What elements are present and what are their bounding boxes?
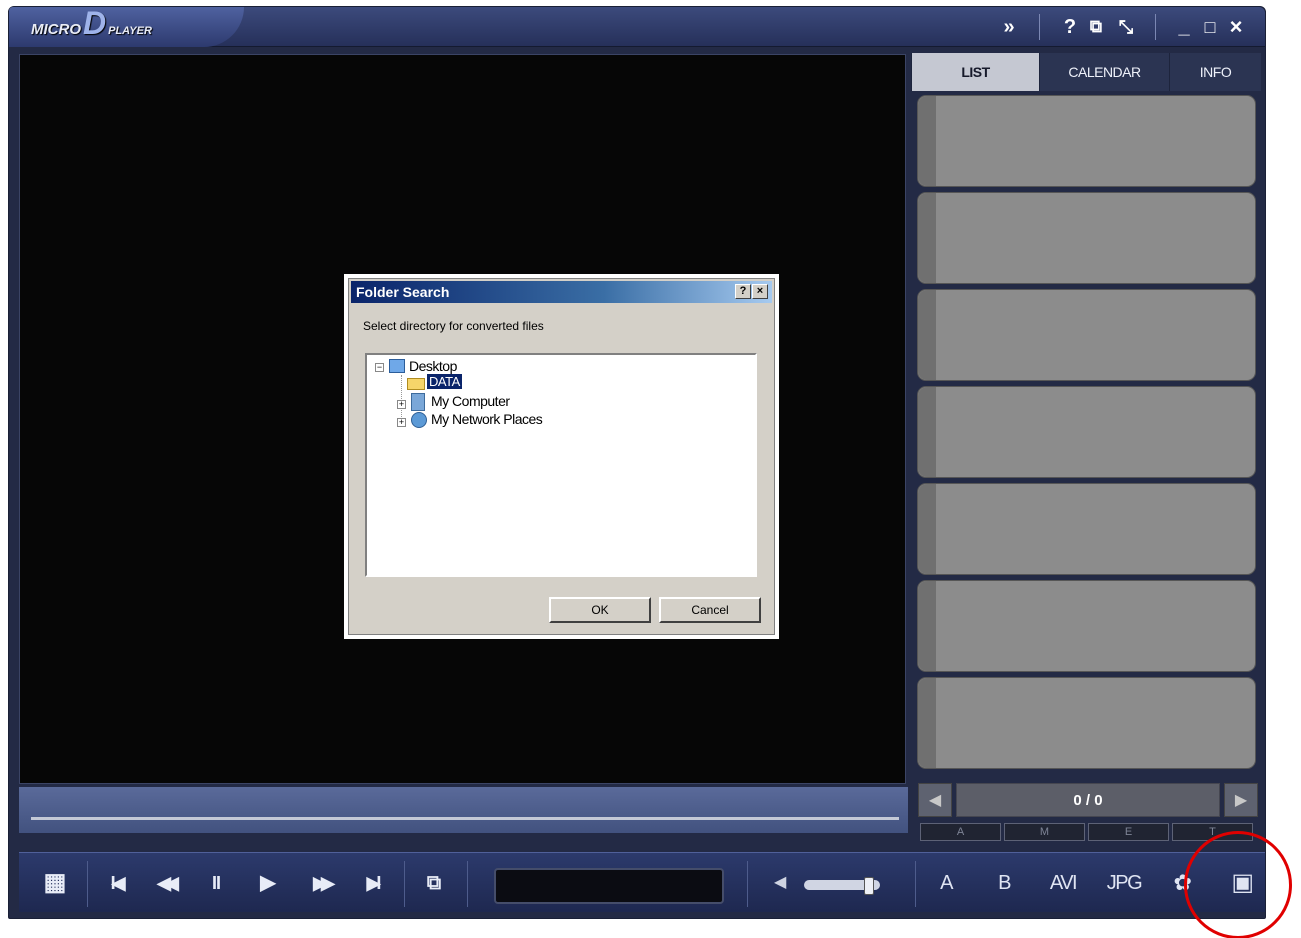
seek-area [19, 787, 908, 833]
logo-part-player: PLAYER [108, 25, 152, 37]
cancel-button[interactable]: Cancel [659, 597, 761, 623]
volume-control[interactable]: ◀ [774, 874, 882, 895]
expand-icon[interactable]: + [397, 400, 406, 409]
tab-calendar[interactable]: CALENDAR [1039, 53, 1169, 91]
expand-icon[interactable]: + [397, 418, 406, 427]
settings-icon[interactable]: ⧉ [1083, 13, 1109, 41]
my-computer-icon [411, 393, 425, 411]
ok-button[interactable]: OK [549, 597, 651, 623]
network-places-icon [411, 412, 427, 428]
app-logo: MICROD PLAYER [31, 7, 152, 39]
list-item[interactable] [917, 192, 1256, 284]
tree-node-network-places[interactable]: My Network Places [431, 411, 543, 427]
help-button[interactable]: ? [1059, 13, 1081, 41]
logo-tab: MICROD PLAYER [9, 7, 244, 47]
tree-node-data[interactable]: DATA [427, 374, 462, 389]
recording-list [915, 95, 1258, 779]
next-page-icon[interactable]: ▶ [1224, 783, 1258, 817]
dialog-title-bar: Folder Search ? × [351, 281, 772, 303]
pause-icon[interactable]: II [199, 867, 233, 899]
speaker-icon: ◀ [774, 874, 787, 891]
rewind-icon[interactable]: ◀◀ [145, 867, 185, 899]
logo-part-micro: MICRO [31, 21, 81, 38]
play-icon[interactable]: ▶ [251, 867, 285, 899]
tree-node-my-computer[interactable]: My Computer [431, 393, 510, 409]
folder-search-dialog: Folder Search ? × Select directory for c… [344, 274, 779, 639]
folder-icon [407, 378, 425, 390]
fast-forward-icon[interactable]: ▶▶ [301, 867, 341, 899]
titlebar-divider [1039, 14, 1040, 40]
list-item[interactable] [917, 677, 1256, 769]
control-divider [404, 861, 405, 907]
window-mode-icon[interactable]: ⧉ [417, 867, 451, 899]
control-divider [915, 861, 916, 907]
dialog-help-button[interactable]: ? [735, 284, 751, 299]
control-divider [87, 861, 88, 907]
minimize-button[interactable]: _ [1173, 13, 1195, 41]
titlebar-divider [1155, 14, 1156, 40]
jpg-export-button[interactable]: JPG [1101, 867, 1147, 899]
tree-connector [401, 375, 402, 421]
list-item[interactable] [917, 483, 1256, 575]
filter-a[interactable]: A [920, 823, 1001, 841]
dialog-prompt: Select directory for converted files [363, 319, 544, 333]
control-divider [467, 861, 468, 907]
tree-node-desktop[interactable]: Desktop [409, 358, 457, 374]
filter-m[interactable]: M [1004, 823, 1085, 841]
filter-e[interactable]: E [1088, 823, 1169, 841]
logo-part-d: D [83, 5, 107, 41]
desktop-icon [389, 359, 405, 373]
title-bar: MICROD PLAYER » ? ⧉ ⤡ _ □ × [9, 7, 1265, 47]
dialog-title: Folder Search [356, 284, 450, 300]
dialog-close-button[interactable]: × [752, 284, 768, 299]
avi-export-button[interactable]: AVI [1041, 867, 1085, 899]
last-frame-icon[interactable]: ▶I [355, 867, 389, 899]
tool-icon[interactable]: ⤡ [1113, 13, 1139, 41]
mark-a-button[interactable]: A [931, 867, 961, 899]
right-panel-tabs: LIST CALENDAR INFO [911, 53, 1261, 91]
grid-layout-icon[interactable]: ▦ [33, 867, 77, 899]
list-item[interactable] [917, 386, 1256, 478]
control-divider [747, 861, 748, 907]
tab-list[interactable]: LIST [911, 53, 1039, 91]
dialog-body: Folder Search ? × Select directory for c… [348, 278, 775, 635]
maximize-button[interactable]: □ [1199, 13, 1221, 41]
expand-panel-icon[interactable]: » [995, 13, 1023, 41]
mark-b-button[interactable]: B [989, 867, 1019, 899]
list-pager: ◀ 0 / 0 ▶ [918, 781, 1260, 819]
folder-tree[interactable]: − Desktop DATA + My Computer + My Networ… [365, 353, 757, 577]
collapse-icon[interactable]: − [375, 363, 384, 372]
time-display [494, 868, 724, 904]
list-item[interactable] [917, 289, 1256, 381]
page-counter: 0 / 0 [956, 783, 1220, 817]
volume-slider-knob[interactable] [864, 877, 874, 895]
volume-track[interactable] [804, 877, 880, 895]
first-frame-icon[interactable]: I◀ [99, 867, 133, 899]
close-button[interactable]: × [1225, 13, 1247, 41]
control-bar: ▦ I◀ ◀◀ II ▶ ▶▶ ▶I ⧉ ◀ A B AVI JPG ✿ ▣ [19, 852, 1265, 912]
list-item[interactable] [917, 580, 1256, 672]
prev-page-icon[interactable]: ◀ [918, 783, 952, 817]
tab-info[interactable]: INFO [1169, 53, 1261, 91]
list-item[interactable] [917, 95, 1256, 187]
annotation-highlight-circle [1184, 831, 1292, 938]
seek-bar[interactable] [31, 817, 899, 820]
